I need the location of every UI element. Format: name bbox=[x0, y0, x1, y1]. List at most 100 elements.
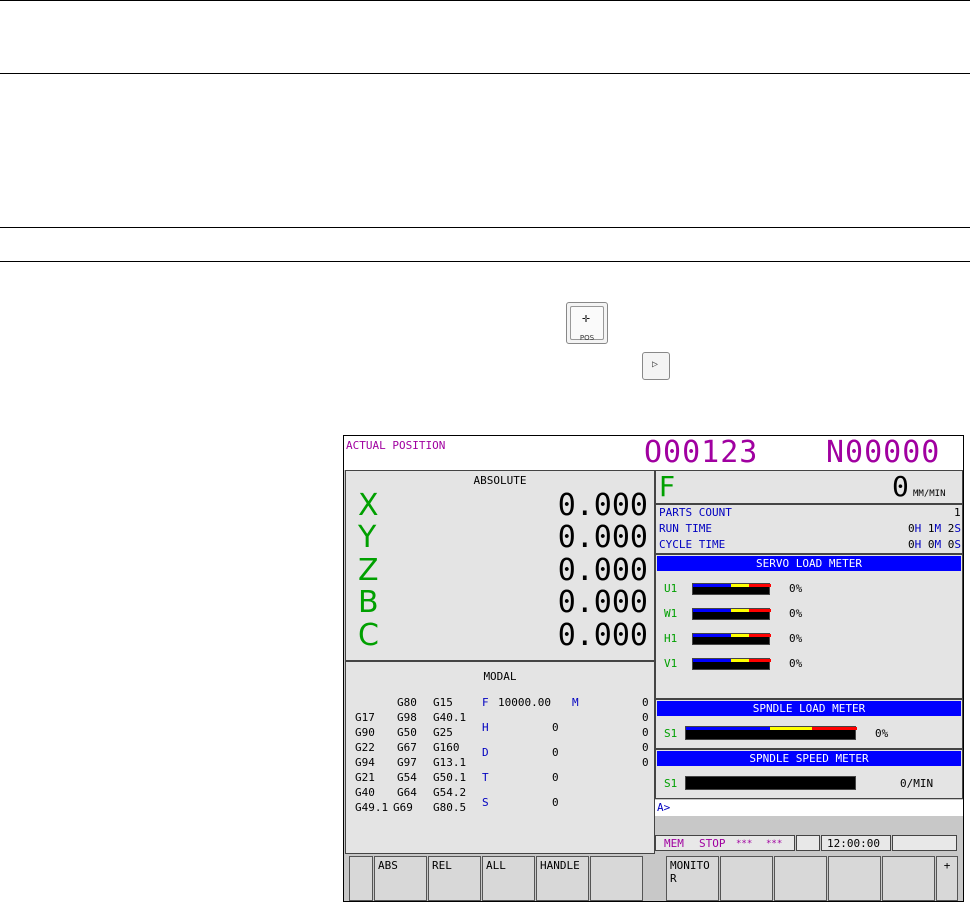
input-line[interactable]: A> bbox=[655, 800, 963, 816]
f-label: F bbox=[482, 696, 489, 709]
softkey-handle[interactable]: HANDLE bbox=[536, 856, 589, 901]
absolute-title: ABSOLUTE bbox=[473, 474, 527, 487]
servo-row: U1 0% bbox=[656, 581, 956, 597]
axis-value: 0.000 bbox=[557, 585, 648, 620]
hours-unit: H bbox=[914, 538, 922, 551]
softkey-8[interactable] bbox=[774, 856, 827, 901]
pos-key-face: ✛ POS bbox=[570, 306, 604, 342]
softkey-next[interactable]: + bbox=[936, 856, 958, 901]
gcode: G22 bbox=[355, 741, 375, 754]
spindle-speed-meter bbox=[685, 776, 856, 790]
gcode: G94 bbox=[355, 756, 375, 769]
feed-unit: MM/MIN bbox=[913, 489, 946, 499]
next-page-key-icon[interactable]: ▷ bbox=[642, 352, 670, 380]
rule-4 bbox=[0, 261, 970, 262]
gcode-table: G80 G15 G17 G98 G40.1 G90 G50 G25 G22 G67 G160 … bbox=[355, 697, 480, 822]
minutes: 0 bbox=[927, 538, 935, 551]
gcode: G160 bbox=[433, 741, 460, 754]
axis-value: 0.000 bbox=[557, 618, 648, 653]
seconds-unit: S bbox=[954, 538, 961, 551]
servo-percent: 0% bbox=[789, 657, 803, 670]
softkey-monitor[interactable]: MONITO R bbox=[666, 856, 719, 901]
softkey-7[interactable] bbox=[720, 856, 773, 901]
status-stars-2: *** bbox=[766, 839, 783, 849]
gcode: G21 bbox=[355, 771, 375, 784]
gcode: G40 bbox=[355, 786, 375, 799]
triangle-right-icon: ▷ bbox=[652, 359, 659, 370]
softkey-9[interactable] bbox=[828, 856, 881, 901]
pos-key-icon[interactable]: ✛ POS bbox=[566, 302, 608, 344]
spindle-load-percent: 0% bbox=[875, 727, 889, 740]
softkey-abs[interactable]: ABS bbox=[374, 856, 427, 901]
status-line: MEM STOP *** *** 12:00:00 bbox=[655, 835, 963, 852]
status-empty-box bbox=[892, 835, 957, 851]
m-label: M bbox=[572, 696, 579, 709]
feed-value: 0 bbox=[892, 470, 909, 503]
spindle-load-meter bbox=[685, 726, 857, 740]
servo-row: W1 0% bbox=[656, 606, 956, 622]
f-value: 10000.00 bbox=[498, 696, 551, 709]
axis-label: X bbox=[358, 488, 379, 523]
d-value: 0 bbox=[552, 746, 559, 759]
sequence-number: N00000 bbox=[826, 435, 941, 470]
status-stars-1: *** bbox=[736, 839, 753, 849]
servo-axis: U1 bbox=[664, 582, 678, 595]
servo-load-panel: SERVO LOAD METER U1 0% W1 0% H1 0% V1 0% bbox=[655, 554, 963, 699]
spindle-load-title: SPNDLE LOAD METER bbox=[657, 701, 961, 716]
axis-value: 0.000 bbox=[557, 488, 648, 523]
d-label: D bbox=[482, 746, 489, 759]
softkey-5[interactable] bbox=[590, 856, 643, 901]
cnc-title-bar: ACTUAL POSITION O00123 N00000 bbox=[344, 436, 963, 470]
softkey-rel[interactable]: REL bbox=[428, 856, 481, 901]
softkey-left-return[interactable] bbox=[349, 856, 373, 901]
servo-axis: W1 bbox=[664, 607, 678, 620]
softkey-10[interactable] bbox=[882, 856, 935, 901]
servo-load-title: SERVO LOAD METER bbox=[657, 556, 961, 571]
rule-2 bbox=[0, 73, 970, 74]
minutes-unit: M bbox=[934, 522, 942, 535]
counts-panel: PARTS COUNT 1 RUN TIME 0H 1M 2S CYCLE TI… bbox=[655, 504, 963, 554]
m-value: 0 bbox=[642, 711, 649, 724]
gcode: G97 bbox=[397, 756, 417, 769]
gcode: G54 bbox=[397, 771, 417, 784]
servo-meter bbox=[692, 633, 771, 645]
softkey-all[interactable]: ALL bbox=[482, 856, 535, 901]
servo-meter bbox=[692, 658, 771, 670]
softkey-bar: ABS REL ALL HANDLE MONITO R + bbox=[344, 856, 963, 901]
t-value: 0 bbox=[552, 771, 559, 784]
gcode: G69 bbox=[393, 801, 413, 814]
cycle-time-label: CYCLE TIME bbox=[659, 538, 726, 551]
gcode: G80.5 bbox=[433, 801, 467, 814]
gcode: G50 bbox=[397, 726, 417, 739]
top-rule bbox=[0, 0, 970, 1]
servo-axis: V1 bbox=[664, 657, 678, 670]
feed-label: F bbox=[659, 470, 676, 503]
m-value: 0 bbox=[642, 726, 649, 739]
axis-row-x: X 0.000 bbox=[358, 488, 648, 523]
spindle-load-axis: S1 bbox=[664, 727, 678, 740]
pos-key-label: POS bbox=[579, 334, 595, 342]
minutes: 1 bbox=[927, 522, 935, 535]
m-value: 0 bbox=[642, 741, 649, 754]
h-value: 0 bbox=[552, 721, 559, 734]
hours: 0 bbox=[908, 538, 915, 551]
servo-percent: 0% bbox=[789, 582, 803, 595]
axis-label: B bbox=[358, 585, 379, 620]
m-value: 0 bbox=[642, 696, 649, 709]
axis-value: 0.000 bbox=[557, 553, 648, 588]
servo-row: V1 0% bbox=[656, 656, 956, 672]
t-label: T bbox=[482, 771, 489, 784]
servo-axis: H1 bbox=[664, 632, 678, 645]
seconds-unit: S bbox=[954, 522, 961, 535]
spindle-speed-value: 0/MIN bbox=[900, 777, 934, 790]
minutes-unit: M bbox=[934, 538, 942, 551]
run-time-label: RUN TIME bbox=[659, 522, 712, 535]
crosshair-icon: ✛ bbox=[582, 311, 590, 326]
gcode: G54.2 bbox=[433, 786, 467, 799]
h-label: H bbox=[482, 721, 489, 734]
status-time: 12:00:00 bbox=[827, 837, 880, 850]
status-time-box: 12:00:00 bbox=[821, 835, 891, 851]
spindle-speed-panel: SPNDLE SPEED METER S1 0/MIN bbox=[655, 749, 963, 799]
run-time-value: 0H 1M 2S bbox=[901, 523, 961, 535]
axis-row-z: Z 0.000 bbox=[358, 553, 648, 588]
